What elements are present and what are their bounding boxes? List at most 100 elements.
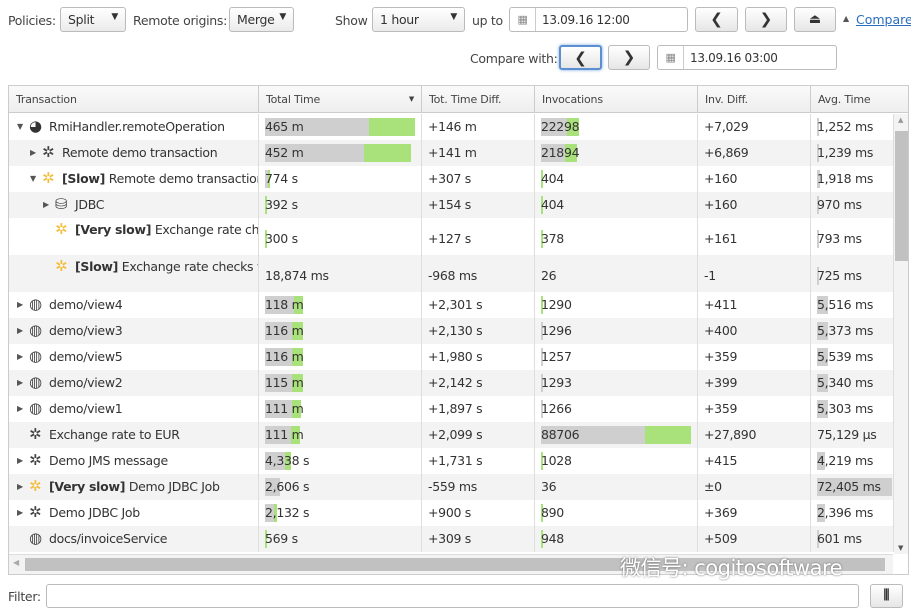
next-period-button[interactable]: ❯ xyxy=(745,7,787,32)
table-row[interactable]: ✲ [Slow] Exchange rate checks via webserv… xyxy=(9,255,894,292)
compare-previous-button[interactable]: ❮ xyxy=(559,45,602,70)
invocations-value: 1293 xyxy=(541,375,572,390)
cell-invocations: 1296 xyxy=(535,318,698,344)
compare-next-button[interactable]: ❯ xyxy=(608,45,650,70)
chevron-left-icon: ❮ xyxy=(574,49,587,67)
table-row[interactable]: ✲ Exchange rate to EUR 111 m +2,099 s 88706 +… xyxy=(9,422,894,448)
caret-right-icon[interactable]: ▶ xyxy=(17,378,23,387)
transaction-label: Demo JMS message xyxy=(49,453,168,468)
caret-down-icon[interactable]: ▼ xyxy=(17,122,23,131)
caret-right-icon[interactable]: ▶ xyxy=(17,352,23,361)
column-header-transaction[interactable]: Transaction xyxy=(9,86,259,113)
transaction-label: Exchange rate checks via webservice xyxy=(121,259,258,274)
up-to-date-input[interactable]: ▦ 13.09.16 12:00 xyxy=(509,7,688,32)
previous-period-button[interactable]: ❮ xyxy=(695,7,738,32)
table-row[interactable]: ◍ docs/invoiceService 569 s +309 s 948 +509 60… xyxy=(9,526,894,552)
transaction-name[interactable]: Demo JMS message xyxy=(49,453,168,468)
avg-time-value: 2,396 ms xyxy=(817,505,874,520)
inv-diff-value: +6,869 xyxy=(704,145,749,160)
column-header-avg-time[interactable]: Avg. Time xyxy=(811,86,908,113)
transaction-name[interactable]: demo/view2 xyxy=(49,375,123,390)
table-row[interactable]: ▶ ◍ demo/view5 116 m +1,980 s 1257 +359 5,539 m… xyxy=(9,344,894,370)
column-header-inv-diff[interactable]: Inv. Diff. xyxy=(698,86,811,113)
inv-diff-value: +161 xyxy=(704,230,738,246)
up-to-date-value: 13.09.16 12:00 xyxy=(542,13,630,27)
table-row[interactable]: ▶ ✲ Demo JDBC Job 2,132 s +900 s 890 +369 2,396… xyxy=(9,500,894,526)
time-range-select[interactable]: 1 hour ▼ xyxy=(372,7,465,32)
policies-value: Split xyxy=(68,12,95,27)
filter-input[interactable] xyxy=(46,584,859,608)
calendar-icon[interactable]: ▦ xyxy=(658,46,684,69)
transaction-name[interactable]: docs/invoiceService xyxy=(49,531,167,546)
transaction-name[interactable]: Exchange rate to EUR xyxy=(49,427,180,442)
table-row[interactable]: ▶ ◍ demo/view1 111 m +1,897 s 1266 +359 5,303 m… xyxy=(9,396,894,422)
calendar-icon[interactable]: ▦ xyxy=(510,8,536,31)
transaction-name[interactable]: [Slow] Remote demo transaction xyxy=(62,171,258,186)
compare-date-input[interactable]: ▦ 13.09.16 03:00 xyxy=(657,45,837,70)
transaction-name[interactable]: Remote demo transaction xyxy=(62,145,218,160)
caret-right-icon[interactable]: ▶ xyxy=(43,200,49,209)
table-row[interactable]: ✲ [Very slow] Exchange rate checks via we… xyxy=(9,218,894,255)
transaction-name[interactable]: demo/view5 xyxy=(49,349,123,364)
transaction-name[interactable]: demo/view3 xyxy=(49,323,123,338)
transaction-name[interactable]: [Very slow] Demo JDBC Job xyxy=(49,479,220,494)
table-row[interactable]: ▼ ◕ RmiHandler.remoteOperation 465 m +146 m 2… xyxy=(9,114,894,140)
globe-icon: ◍ xyxy=(29,373,42,391)
caret-right-icon[interactable]: ▶ xyxy=(17,482,23,491)
transactions-table: Transaction Total Time ▼ Tot. Time Diff. … xyxy=(8,85,909,575)
scroll-left-icon[interactable]: ◀ xyxy=(13,558,19,567)
total-time-value: 392 s xyxy=(265,197,298,212)
cell-invocations: 21894 xyxy=(535,140,698,166)
vertical-scroll-thumb[interactable] xyxy=(895,131,908,261)
table-row[interactable]: ▶ ◍ demo/view3 116 m +2,130 s 1296 +400 5,373 m… xyxy=(9,318,894,344)
transaction-name[interactable]: JDBC xyxy=(75,197,105,212)
total-time-value: 569 s xyxy=(265,531,298,546)
caret-right-icon[interactable]: ▶ xyxy=(17,508,23,517)
table-row[interactable]: ▶ ✲ [Very slow] Demo JDBC Job 2,606 s -559 m… xyxy=(9,474,894,500)
cell-invocations: 36 xyxy=(535,474,698,500)
table-row[interactable]: ▶ ✲ Remote demo transaction 452 m +141 m 2189… xyxy=(9,140,894,166)
cell-inv-diff: +415 xyxy=(698,448,811,474)
transaction-name[interactable]: RmiHandler.remoteOperation xyxy=(49,119,225,134)
transaction-name[interactable]: [Very slow] Exchange rate checks via web… xyxy=(75,222,258,237)
table-row[interactable]: ▶ ◍ demo/view2 115 m +2,142 s 1293 +399 5,340 m… xyxy=(9,370,894,396)
caret-right-icon[interactable]: ▶ xyxy=(30,148,36,157)
caret-right-icon[interactable]: ▶ xyxy=(17,300,23,309)
table-header: Transaction Total Time ▼ Tot. Time Diff. … xyxy=(9,86,908,113)
cell-total-time: 4,338 s xyxy=(259,448,422,474)
total-time-value: 116 m xyxy=(265,323,304,338)
column-settings-button[interactable]: ⫼ xyxy=(870,584,903,608)
remote-origins-select[interactable]: Merge ▼ xyxy=(229,7,294,32)
tot-time-diff-value: +1,731 s xyxy=(428,453,483,468)
remote-icon: ◕ xyxy=(29,117,42,135)
column-header-total-time[interactable]: Total Time ▼ xyxy=(259,86,422,113)
transaction-name[interactable]: demo/view4 xyxy=(49,297,123,312)
transaction-name[interactable]: [Slow] Exchange rate checks via webservi… xyxy=(75,259,258,274)
table-row[interactable]: ▶ ✲ Demo JMS message 4,338 s +1,731 s 1028 +41… xyxy=(9,448,894,474)
scroll-down-icon[interactable]: ▼ xyxy=(898,544,903,552)
compare-link[interactable]: Compare xyxy=(856,12,911,27)
caret-down-icon[interactable]: ▼ xyxy=(30,174,36,183)
table-row[interactable]: ▶ ◍ demo/view4 118 m +2,301 s 1290 +411 5,516 m… xyxy=(9,292,894,318)
inv-diff-value: +7,029 xyxy=(704,119,749,134)
caret-right-icon[interactable]: ▶ xyxy=(17,404,23,413)
policies-select[interactable]: Split ▼ xyxy=(60,7,126,32)
table-row[interactable]: ▼ ✲ [Slow] Remote demo transaction 774 s +30… xyxy=(9,166,894,192)
cell-inv-diff: -1 xyxy=(698,255,811,292)
table-row[interactable]: ▶ ⛁ JDBC 392 s +154 s 404 +160 970 ms xyxy=(9,192,894,218)
transaction-name[interactable]: Demo JDBC Job xyxy=(49,505,140,520)
vertical-scrollbar[interactable]: ▲ ▼ xyxy=(894,114,908,554)
scroll-up-icon[interactable]: ▲ xyxy=(898,116,903,124)
column-header-tot-time-diff[interactable]: Tot. Time Diff. xyxy=(422,86,535,113)
export-button[interactable]: ⏏ xyxy=(794,7,836,32)
tot-time-diff-value: -968 ms xyxy=(428,267,477,283)
caret-right-icon[interactable]: ▶ xyxy=(17,456,23,465)
invocations-value: 378 xyxy=(541,230,564,246)
caret-right-icon[interactable]: ▶ xyxy=(17,326,23,335)
column-header-invocations[interactable]: Invocations xyxy=(535,86,698,113)
globe-icon: ◍ xyxy=(29,399,42,417)
slow-gear-icon: ✲ xyxy=(42,169,55,187)
avg-time-value: 5,539 ms xyxy=(817,349,874,364)
transaction-name[interactable]: demo/view1 xyxy=(49,401,123,416)
cell-tot-time-diff: +141 m xyxy=(422,140,535,166)
